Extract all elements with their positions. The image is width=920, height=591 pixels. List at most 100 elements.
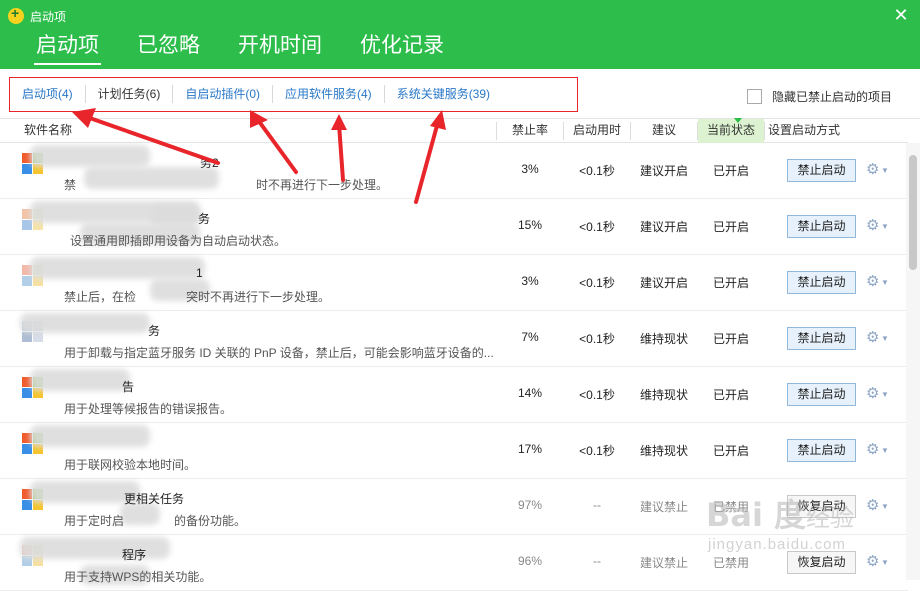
cell-rate: 3%	[521, 274, 539, 288]
table-row[interactable]: 务设置通用即插即用设备为自动启动状态。 15% <0.1秒 建议开启 已开启 禁止启动 ⚙ ▼	[0, 199, 908, 255]
tab-startup[interactable]: 启动项	[34, 31, 101, 65]
cell-state: 已开启	[712, 220, 749, 234]
scrollbar[interactable]	[906, 143, 920, 580]
header-bar: 启动项 ✕ 启动项 已忽略 开机时间 优化记录	[0, 0, 920, 69]
disable-startup-button[interactable]: 禁止启动	[787, 271, 856, 294]
gear-icon[interactable]: ⚙ ▼	[866, 162, 890, 178]
icon-tile	[22, 332, 32, 342]
hide-disabled-option[interactable]: 隐藏已禁止启动的项目	[746, 88, 892, 105]
row-name: 告	[122, 380, 135, 394]
tab-ignored[interactable]: 已忽略	[137, 31, 200, 65]
row-desc-tail: 的备份功能。	[174, 514, 247, 528]
table-row[interactable]: 1 禁止后，在检 突时不再进行下一步处理。 3% <0.1秒 建议开启 已开启 禁止启动 ⚙ ▼	[0, 255, 908, 311]
row-desc-tail: 设置通用即插即用设备为自动启动状态。	[70, 234, 287, 248]
gear-icon[interactable]: ⚙ ▼	[866, 218, 890, 234]
cell-time: <0.1秒	[579, 220, 615, 234]
hide-disabled-checkbox[interactable]	[746, 89, 762, 104]
cell-state: 已开启	[712, 276, 749, 290]
subtab-system-services[interactable]: 系统关键服务(39)	[385, 85, 502, 103]
row-name: 务	[148, 324, 161, 338]
cell-rate: 17%	[517, 442, 543, 456]
restore-startup-button[interactable]: 恢复启动	[787, 495, 856, 518]
sort-arrow-icon	[734, 118, 742, 123]
cell-rate: 7%	[521, 330, 539, 344]
column-header: 软件名称 禁止率 启动用时 建议 当前状态 设置启动方式	[0, 118, 908, 143]
subtab-scheduled-tasks[interactable]: 计划任务(6)	[86, 85, 174, 103]
cell-time: <0.1秒	[579, 276, 615, 290]
row-desc-text: 禁止后，在检	[64, 290, 137, 304]
row-desc: 用于定时启 的备份功能。	[64, 512, 500, 529]
cell-state: 已禁用	[712, 500, 749, 514]
cell-advice: 维持现状	[639, 332, 688, 346]
icon-tile	[22, 444, 32, 454]
col-startup-time[interactable]: 启动用时	[564, 119, 630, 143]
cell-state: 已开启	[712, 164, 749, 178]
table-row[interactable]: 用于联网校验本地时间。 17% <0.1秒 维持现状 已开启 禁止启动 ⚙ ▼	[0, 423, 908, 479]
table-row[interactable]: 程序 用于支持WPS的相关功能。 96% -- 建议禁止 已禁用 恢复启动 ⚙ ▼	[0, 535, 908, 591]
restore-startup-button[interactable]: 恢复启动	[787, 551, 856, 574]
disable-startup-button[interactable]: 禁止启动	[787, 215, 856, 238]
col-advice[interactable]: 建议	[631, 119, 697, 143]
caret-down-icon: ▼	[881, 278, 889, 287]
row-desc: 禁 时不再进行下一步处理。	[64, 176, 500, 193]
disable-startup-button[interactable]: 禁止启动	[787, 439, 856, 462]
redaction-blur	[30, 425, 150, 447]
scroll-thumb[interactable]	[909, 155, 917, 270]
subtab-app-services[interactable]: 应用软件服务(4)	[273, 85, 385, 103]
subtab-plugins[interactable]: 自启动插件(0)	[173, 85, 274, 103]
cell-time: --	[593, 498, 601, 512]
window-title: 启动项	[30, 9, 67, 24]
col-divider[interactable]	[764, 122, 765, 140]
row-name: 务2	[200, 156, 219, 170]
close-icon[interactable]: ✕	[892, 6, 910, 24]
row-desc-text: 用于支持WPS的相关功能。	[64, 570, 212, 584]
row-desc: 用于支持WPS的相关功能。	[64, 568, 500, 585]
icon-tile	[33, 332, 43, 342]
table-row[interactable]: 务2 禁 时不再进行下一步处理。 3% <0.1秒 建议开启 已开启 禁止启动 ⚙ ▼	[0, 143, 908, 199]
disable-startup-button[interactable]: 禁止启动	[787, 327, 856, 350]
caret-down-icon: ▼	[881, 166, 889, 175]
cell-time: <0.1秒	[579, 332, 615, 346]
cell-advice: 建议开启	[639, 220, 688, 234]
table-row[interactable]: 告用于处理等候报告的错误报告。 14% <0.1秒 维持现状 已开启 禁止启动 ⚙ ▼	[0, 367, 908, 423]
col-disable-rate[interactable]: 禁止率	[497, 119, 563, 143]
cell-rate: 96%	[517, 554, 543, 568]
table-row[interactable]: 更相关任务 用于定时启 的备份功能。 97% -- 建议禁止 已禁用 恢复启动 ⚙ ▼	[0, 479, 908, 535]
table-row[interactable]: 务用于卸载与指定蓝牙服务 ID 关联的 PnP 设备，禁止后，可能会影响蓝牙设备…	[0, 311, 908, 367]
cell-rate: 3%	[521, 162, 539, 176]
caret-down-icon: ▼	[881, 446, 889, 455]
subtab-startup-items[interactable]: 启动项(4)	[10, 85, 86, 103]
gear-icon[interactable]: ⚙ ▼	[866, 330, 890, 346]
row-name: 更相关任务	[124, 492, 185, 506]
icon-tile	[22, 164, 32, 174]
gear-icon[interactable]: ⚙ ▼	[866, 498, 890, 514]
row-desc: 用于卸载与指定蓝牙服务 ID 关联的 PnP 设备，禁止后，可能会影响蓝牙设备的…	[64, 344, 500, 361]
redaction-blur	[30, 257, 205, 279]
row-name: 1	[196, 266, 203, 280]
col-current-state[interactable]: 当前状态	[698, 118, 764, 143]
cell-time: <0.1秒	[579, 444, 615, 458]
tab-boot-time[interactable]: 开机时间	[238, 31, 322, 65]
cell-rate: 97%	[517, 498, 543, 512]
cell-time: --	[593, 554, 601, 568]
row-desc-text: 用于联网校验本地时间。	[64, 458, 197, 472]
col-setting[interactable]: 设置启动方式	[768, 119, 840, 143]
row-name: 程序	[122, 548, 147, 562]
row-desc: 禁止后，在检 突时不再进行下一步处理。	[64, 288, 500, 305]
gear-icon[interactable]: ⚙ ▼	[866, 386, 890, 402]
cell-time: <0.1秒	[579, 388, 615, 402]
gear-icon[interactable]: ⚙ ▼	[866, 274, 890, 290]
icon-tile	[22, 500, 32, 510]
disable-startup-button[interactable]: 禁止启动	[787, 159, 856, 182]
gear-icon[interactable]: ⚙ ▼	[866, 442, 890, 458]
col-name[interactable]: 软件名称	[24, 119, 72, 143]
cell-rate: 15%	[517, 218, 543, 232]
caret-down-icon: ▼	[881, 558, 889, 567]
cell-time: <0.1秒	[579, 164, 615, 178]
title-bar: 启动项	[8, 5, 67, 25]
disable-startup-button[interactable]: 禁止启动	[787, 383, 856, 406]
row-desc-text: 用于定时启	[64, 514, 125, 528]
tab-optimize-log[interactable]: 优化记录	[360, 31, 444, 65]
gear-icon[interactable]: ⚙ ▼	[866, 554, 890, 570]
icon-tile	[22, 276, 32, 286]
